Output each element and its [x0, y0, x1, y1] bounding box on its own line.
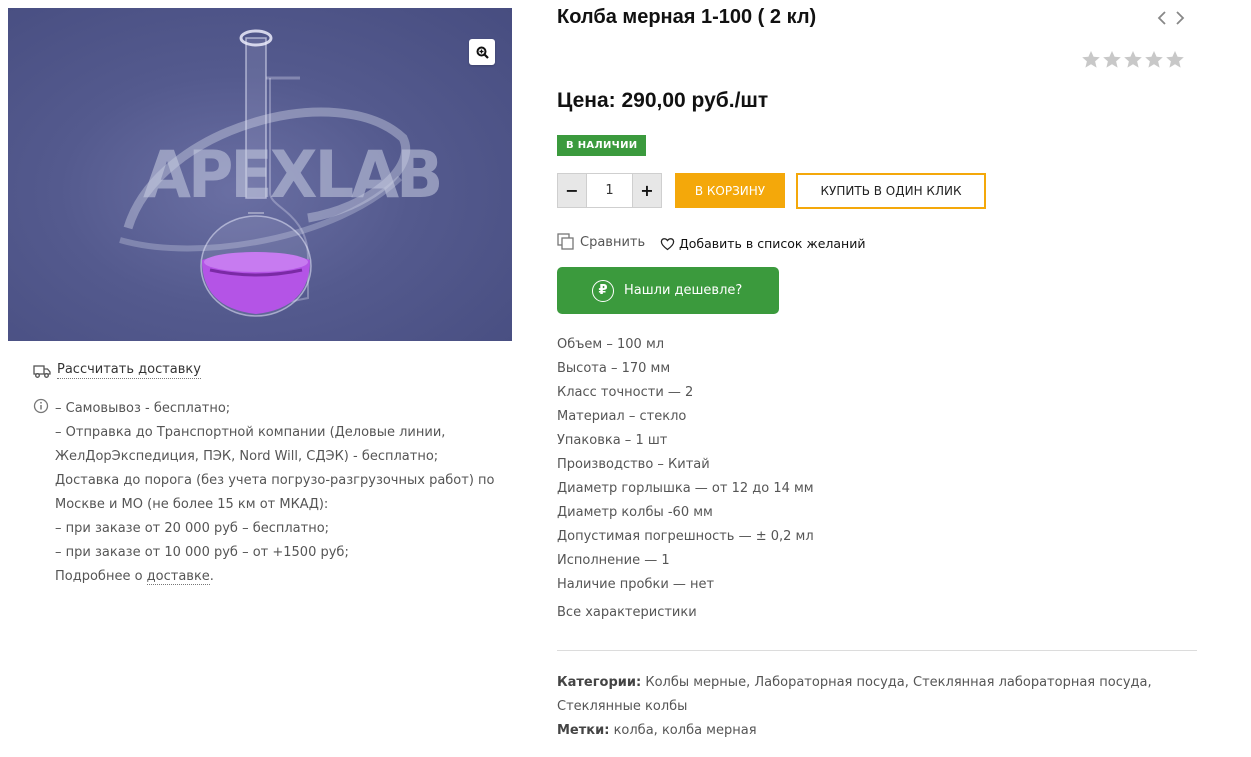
spec-item: Исполнение — 1: [557, 553, 670, 568]
delivery-more-prefix: Подробнее о: [55, 569, 147, 584]
star-icon: [1103, 51, 1121, 68]
quantity-input[interactable]: 1: [586, 174, 633, 207]
chevron-left-icon: [1157, 11, 1166, 25]
info-icon: [33, 398, 49, 414]
spec-item: Диаметр горлышка — от 12 до 14 мм: [557, 481, 814, 496]
spec-item: Класс точности — 2: [557, 385, 694, 400]
next-product-button[interactable]: [1175, 10, 1185, 30]
calculate-delivery[interactable]: Рассчитать доставку: [33, 362, 201, 379]
quantity-stepper: − 1 +: [557, 173, 662, 208]
add-to-cart-button[interactable]: В КОРЗИНУ: [675, 173, 785, 208]
tags-label: Метки:: [557, 723, 610, 738]
previous-product-button[interactable]: [1157, 10, 1167, 30]
found-cheaper-label: Нашли дешевле?: [624, 283, 743, 298]
category-link[interactable]: Лабораторная посуда: [754, 675, 904, 690]
delivery-more-suffix: .: [209, 569, 214, 584]
spec-item: Упаковка – 1 шт: [557, 433, 668, 448]
product-specs: Объем – 100 мл Высота – 170 мм Класс точно…: [557, 333, 814, 597]
all-specs-link[interactable]: Все характеристики: [557, 605, 697, 620]
spec-item: Высота – 170 мм: [557, 361, 671, 376]
chevron-right-icon: [1176, 11, 1185, 25]
categories-row: Категории: Колбы мерные, Лабораторная по…: [557, 675, 1152, 714]
spec-item: Объем – 100 мл: [557, 337, 665, 352]
compare-icon: [557, 233, 574, 250]
calculate-delivery-link[interactable]: Рассчитать доставку: [57, 362, 201, 379]
ruble-icon: ₽: [592, 279, 614, 302]
product-meta: Категории: Колбы мерные, Лабораторная по…: [557, 671, 1197, 743]
star-icon: [1145, 51, 1163, 68]
categories-label: Категории:: [557, 675, 642, 690]
stock-badge: В НАЛИЧИИ: [557, 135, 647, 156]
watermark-logo: APEXLAB: [143, 136, 443, 213]
delivery-info: – Самовывоз - бесплатно; – Отправка до Тр…: [33, 397, 503, 589]
quantity-increase-button[interactable]: +: [633, 174, 661, 207]
product-navigation: [1157, 10, 1185, 30]
star-icon: [1082, 51, 1100, 68]
quantity-decrease-button[interactable]: −: [558, 174, 586, 207]
delivery-info-line: ЖелДорЭкспедиция, ПЭК, Nord Will, СДЭК) …: [55, 449, 439, 464]
wishlist-label: Добавить в список желаний: [679, 236, 866, 251]
found-cheaper-button[interactable]: ₽ Нашли дешевле?: [557, 267, 779, 314]
delivery-info-line: – при заказе от 20 000 руб – бесплатно;: [55, 521, 330, 536]
heart-icon: [660, 237, 675, 250]
add-to-wishlist-button[interactable]: Добавить в список желаний: [660, 236, 865, 251]
zoom-button[interactable]: [469, 39, 495, 65]
zoom-icon: [476, 46, 489, 59]
delivery-info-line: – Самовывоз - бесплатно;: [55, 401, 231, 416]
truck-icon: [33, 364, 51, 378]
product-price: Цена: 290,00 руб./шт: [557, 89, 769, 112]
compare-label: Сравнить: [580, 234, 646, 250]
tags-row: Метки: колба, колба мерная: [557, 723, 757, 738]
delivery-info-line: Москве и МО (не более 15 км от МКАД):: [55, 497, 329, 512]
buy-one-click-button[interactable]: КУПИТЬ В ОДИН КЛИК: [796, 173, 986, 209]
delivery-info-lines: – Самовывоз - бесплатно; – Отправка до Тр…: [55, 397, 503, 589]
product-title: Колба мерная 1-100 ( 2 кл): [557, 6, 817, 28]
star-icon: [1166, 51, 1184, 68]
delivery-info-line: – Отправка до Транспортной компании (Дел…: [55, 425, 446, 440]
star-icon: [1124, 51, 1142, 68]
tag-link[interactable]: колба мерная: [662, 723, 757, 738]
spec-item: Производство – Китай: [557, 457, 710, 472]
delivery-more-link[interactable]: доставке: [146, 569, 210, 585]
category-link[interactable]: Колбы мерные: [645, 675, 746, 690]
compare-button[interactable]: Сравнить: [557, 233, 645, 251]
delivery-more-line: Подробнее о доставке.: [55, 565, 503, 589]
product-image[interactable]: APEXLAB: [8, 8, 512, 341]
spec-item: Диаметр колбы -60 мм: [557, 505, 713, 520]
spec-item: Материал – стекло: [557, 409, 687, 424]
delivery-info-line: – при заказе от 10 000 руб – от +1500 ру…: [55, 545, 349, 560]
spec-item: Допустимая погрешность — ± 0,2 мл: [557, 529, 814, 544]
category-link[interactable]: Стеклянная лабораторная посуда: [913, 675, 1147, 690]
category-link[interactable]: Стеклянные колбы: [557, 699, 687, 714]
divider: [557, 650, 1197, 651]
delivery-info-line: Доставка до порога (без учета погрузо-ра…: [55, 473, 495, 488]
tag-link[interactable]: колба: [614, 723, 654, 738]
product-rating: [1081, 50, 1185, 69]
spec-item: Наличие пробки — нет: [557, 577, 715, 592]
